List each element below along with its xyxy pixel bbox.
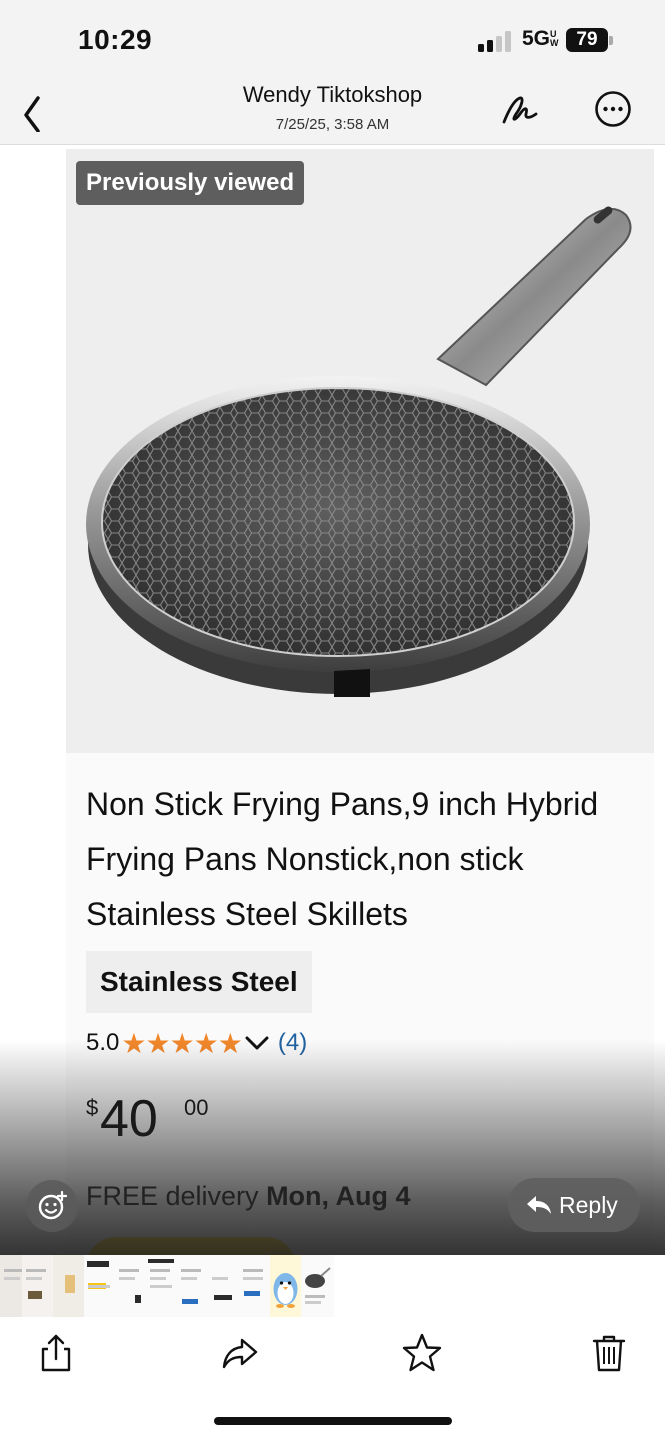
previously-viewed-badge: Previously viewed bbox=[76, 161, 305, 205]
forward-icon bbox=[222, 1338, 258, 1369]
delivery-info: FREE delivery Mon, Aug 4 bbox=[86, 1181, 411, 1212]
delete-button[interactable] bbox=[587, 1331, 631, 1375]
pan-thumbnail-image bbox=[305, 1267, 331, 1288]
status-time: 10:29 bbox=[78, 24, 153, 55]
signature-icon bbox=[502, 96, 538, 124]
penguin-sticker-image bbox=[273, 1273, 298, 1308]
battery-tip bbox=[609, 36, 613, 45]
thumbnail[interactable] bbox=[270, 1255, 301, 1317]
contact-name[interactable]: Wendy Tiktokshop bbox=[0, 82, 665, 108]
ellipsis-circle-icon bbox=[595, 91, 631, 127]
rating-stars: ★★★★★ bbox=[121, 1027, 243, 1059]
trash-icon bbox=[592, 1335, 626, 1372]
star-icon bbox=[402, 1333, 442, 1372]
network-type: 5GUW bbox=[522, 27, 559, 50]
chevron-down-icon[interactable] bbox=[244, 1033, 270, 1053]
reply-arrow-icon bbox=[527, 1196, 551, 1214]
thumbnail[interactable] bbox=[115, 1255, 146, 1317]
price-fraction: 00 bbox=[184, 1095, 209, 1120]
attachment-thumbnail-strip[interactable] bbox=[0, 1255, 665, 1317]
status-bar: 10:29 5GUW 79 bbox=[0, 0, 665, 80]
home-indicator[interactable] bbox=[214, 1417, 452, 1425]
more-options-button[interactable] bbox=[594, 90, 632, 128]
add-to-cart-button[interactable] bbox=[86, 1237, 296, 1255]
product-title[interactable]: Non Stick Frying Pans,9 inch Hybrid Fryi… bbox=[86, 777, 646, 942]
price-currency: $ bbox=[86, 1095, 99, 1120]
thumbnail[interactable] bbox=[146, 1255, 177, 1317]
product-image[interactable]: Previously viewed bbox=[66, 149, 654, 753]
rating-row[interactable]: 5.0 ★★★★★ (4) bbox=[86, 1025, 307, 1061]
rating-value: 5.0 bbox=[86, 1029, 120, 1056]
delivery-prefix: FREE delivery bbox=[86, 1181, 267, 1211]
delivery-date: Mon, Aug 4 bbox=[266, 1181, 411, 1211]
emoji-add-icon bbox=[38, 1190, 68, 1220]
review-count-link[interactable]: (4) bbox=[278, 1029, 307, 1057]
message-timestamp: 7/25/25, 3:58 AM bbox=[275, 116, 390, 133]
add-reaction-button[interactable] bbox=[26, 1180, 78, 1232]
frying-pan-image bbox=[86, 206, 632, 697]
thumbnail[interactable] bbox=[239, 1255, 270, 1317]
product-card[interactable]: Previously viewed Non Stick Frying Pans,… bbox=[66, 149, 654, 1255]
cellular-signal-icon bbox=[478, 30, 516, 52]
variant-chip[interactable]: Stainless Steel bbox=[86, 951, 312, 1013]
reply-label: Reply bbox=[559, 1192, 618, 1218]
message-attachment[interactable]: Previously viewed Non Stick Frying Pans,… bbox=[0, 145, 665, 1255]
thumbnail[interactable] bbox=[22, 1255, 53, 1317]
thumbnail[interactable] bbox=[177, 1255, 208, 1317]
thumbnail[interactable] bbox=[53, 1255, 84, 1317]
forward-button[interactable] bbox=[218, 1331, 262, 1375]
conversation-header: Wendy Tiktokshop 7/25/25, 3:58 AM bbox=[0, 80, 665, 145]
thumbnail[interactable] bbox=[0, 1255, 22, 1317]
favorite-button[interactable] bbox=[400, 1331, 444, 1375]
share-icon bbox=[41, 1334, 71, 1372]
thumbnail[interactable] bbox=[84, 1255, 115, 1317]
markup-button[interactable] bbox=[496, 86, 544, 134]
thumbnail[interactable] bbox=[208, 1255, 239, 1317]
price-whole: 40 bbox=[100, 1090, 158, 1148]
share-button[interactable] bbox=[34, 1331, 78, 1375]
battery-indicator: 79 bbox=[566, 28, 608, 52]
reply-button[interactable]: Reply bbox=[508, 1178, 640, 1232]
thumbnail[interactable] bbox=[301, 1255, 334, 1317]
